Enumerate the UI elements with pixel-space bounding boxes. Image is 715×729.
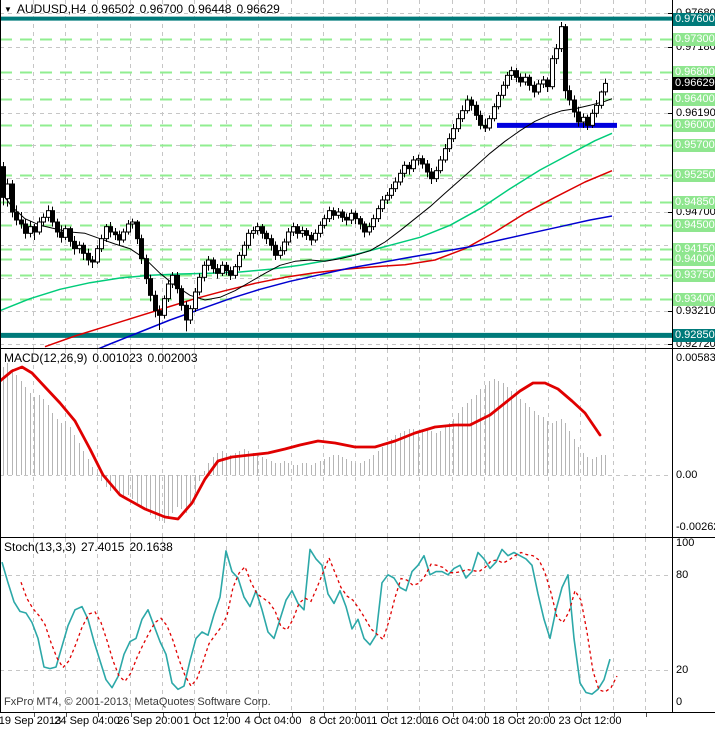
platform-copyright: FxPro MT4, © 2001-2013, MetaQuotes Softw… <box>4 696 271 708</box>
macd-signal-line <box>0 365 602 521</box>
open-value: 0.96502 <box>91 2 135 16</box>
price-level-badge: 0.95250 <box>673 169 715 182</box>
macd-signal-value: 0.002003 <box>147 351 198 365</box>
close-value: 0.96629 <box>236 2 280 16</box>
mt4-chart-window: { "header": {"symbol": "AUDUSD,H4", "ope… <box>0 0 715 729</box>
price-chart-plot[interactable] <box>0 0 673 348</box>
stoch-indicator-title: Stoch(13,3,3) 27.4015 20.1638 <box>4 540 178 554</box>
symbol-title: ▼ AUDUSD,H4 0.96502 0.96700 0.96448 0.96629 <box>4 2 285 16</box>
time-axis-label: 11 Oct 12:00 <box>365 715 429 727</box>
ma-medium-green-line <box>0 132 613 312</box>
horizontal-gridlines <box>0 13 672 345</box>
stoch-d-line <box>20 551 618 693</box>
current-price-badge: 0.96629 <box>673 77 715 90</box>
price-level-badge: 0.93400 <box>673 293 715 306</box>
stoch-scale-label: 20 <box>676 664 689 676</box>
macd-scale-label: 0.005836 <box>676 352 715 364</box>
ma-fast-black-line <box>0 98 613 301</box>
stoch-scale-label: 0 <box>676 696 683 708</box>
stoch-scale-label: 100 <box>676 537 695 549</box>
high-value: 0.96700 <box>139 2 184 16</box>
time-axis-label: 23 Oct 12:00 <box>558 715 622 727</box>
price-level-badge: 0.94000 <box>673 253 715 266</box>
price-level-badge: 0.97300 <box>673 33 715 46</box>
ma-slowest-blue-line <box>98 215 613 348</box>
macd-label: MACD(12,26,9) <box>4 351 88 365</box>
collapse-indicator-icon[interactable]: ▼ <box>4 5 12 14</box>
plot-left-border <box>0 0 1 713</box>
time-axis-label: 16 Oct 04:00 <box>426 715 490 727</box>
stoch-k-line <box>1 548 611 695</box>
time-axis-label: 1 Oct 12:00 <box>183 715 241 727</box>
time-axis-label: 18 Oct 20:00 <box>492 715 556 727</box>
key-level-badge: 0.97600 <box>673 13 715 26</box>
symbol-label: AUDUSD,H4 <box>16 2 87 16</box>
price-level-badge: 0.94500 <box>673 219 715 232</box>
key-level-badge: 0.92850 <box>673 329 715 342</box>
stoch-k-value: 27.4015 <box>81 540 125 554</box>
stoch-scale-label: 80 <box>676 569 689 581</box>
price-scale: 0.976800.971800.961900.947000.932100.927… <box>673 0 715 729</box>
vertical-gridlines <box>33 538 646 712</box>
price-level-badge: 0.96000 <box>673 119 715 132</box>
price-level-badge: 0.95700 <box>673 139 715 152</box>
stoch-d-value: 20.1638 <box>129 540 173 554</box>
stoch-label: Stoch(13,3,3) <box>4 540 77 554</box>
panel-divider[interactable] <box>0 348 715 349</box>
macd-indicator-title: MACD(12,26,9) 0.001023 0.002003 <box>4 351 203 365</box>
time-axis[interactable]: 19 Sep 2013 24 Sep 04:00 26 Sep 20:00 1 Oct… <box>0 713 715 729</box>
price-level-badge: 0.96400 <box>673 93 715 106</box>
panel-divider[interactable] <box>0 537 715 538</box>
stoch-indicator-plot[interactable] <box>0 538 673 712</box>
macd-indicator-plot[interactable] <box>0 349 673 537</box>
macd-main-value: 0.001023 <box>92 351 143 365</box>
price-level-badge: 0.94850 <box>673 196 715 209</box>
time-axis-tick <box>645 713 647 717</box>
price-level-badge: 0.93750 <box>673 269 715 282</box>
macd-scale-label: 0.00 <box>676 469 698 481</box>
low-value: 0.96448 <box>188 2 232 16</box>
time-axis-label: 26 Sep 20:00 <box>117 715 183 727</box>
macd-scale-label: -0.002627 <box>676 521 715 533</box>
key-level-lines <box>0 16 672 338</box>
time-axis-label: 19 Sep 2013 <box>0 715 62 727</box>
time-axis-label: 24 Sep 04:00 <box>54 715 120 727</box>
vertical-gridlines <box>33 0 646 348</box>
time-axis-label: 4 Oct 04:00 <box>244 715 302 727</box>
green-level-lines <box>0 38 672 301</box>
price-scale-label: 0.93210 <box>676 305 715 317</box>
time-axis-label: 8 Oct 20:00 <box>309 715 367 727</box>
